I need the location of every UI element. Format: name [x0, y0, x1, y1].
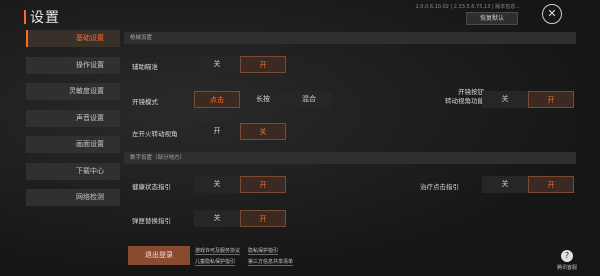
assist-aim-label: 辅助瞄准 — [132, 63, 158, 71]
version-info: 1.0.0.6.10.02 | 2.33.5.6.75.13 | 版本信息... — [415, 4, 520, 10]
left-fire-view-label: 左开火转动视角 — [132, 130, 178, 138]
ammo-guide-on[interactable]: 开 — [240, 210, 286, 227]
scope-turn-on[interactable]: 开 — [528, 91, 574, 108]
left-fire-view-toggle: 开 关 — [194, 123, 286, 140]
ammo-guide-off[interactable]: 关 — [194, 210, 240, 227]
link-third-party[interactable]: 第三方信息共享清单 — [248, 258, 294, 266]
section-header-fire: 枪械设置 — [124, 32, 576, 44]
link-license[interactable]: 游戏许可及服务协议 — [195, 247, 241, 255]
section-header-guides: 数字设置（部分地方） — [124, 152, 576, 164]
scope-turn-toggle: 关 开 — [482, 91, 574, 108]
close-icon[interactable]: ✕ — [542, 4, 562, 24]
title-accent — [24, 10, 26, 24]
heal-guide-on[interactable]: 开 — [528, 176, 574, 193]
ammo-guide-toggle: 关 开 — [194, 210, 286, 227]
heal-guide-off[interactable]: 关 — [482, 176, 528, 193]
sidebar-item-network[interactable]: 网络检测 — [26, 189, 120, 206]
sidebar-item-graphics[interactable]: 画面设置 — [26, 136, 120, 153]
fire-mode-mixed[interactable]: 混合 — [286, 91, 332, 108]
health-guide-label: 健康状态指引 — [132, 183, 171, 191]
sidebar-item-basic[interactable]: 基础设置 — [26, 30, 120, 47]
logout-button[interactable]: 退出登录 — [128, 246, 190, 265]
scope-turn-off[interactable]: 关 — [482, 91, 528, 108]
fire-mode-tap[interactable]: 点击 — [194, 91, 240, 108]
page-title: 设置 — [30, 10, 60, 26]
link-privacy[interactable]: 隐私保护指引 — [248, 247, 279, 255]
heal-guide-label: 治疗点击指引 — [420, 183, 459, 191]
sidebar-item-sound[interactable]: 声音设置 — [26, 109, 120, 127]
fire-mode-hold[interactable]: 长按 — [240, 91, 286, 108]
heal-guide-toggle: 关 开 — [482, 176, 574, 193]
left-fire-view-off[interactable]: 关 — [240, 123, 286, 140]
health-guide-off[interactable]: 关 — [194, 176, 240, 193]
help-label: 腾讯客服 — [556, 265, 577, 271]
fire-mode-label: 开镜模式 — [132, 98, 158, 106]
health-guide-toggle: 关 开 — [194, 176, 286, 193]
help-icon[interactable]: ? — [561, 250, 573, 262]
scope-turn-label-line2: 转动视角功能 — [445, 97, 484, 105]
fire-mode-selector: 点击 长按 混合 — [194, 91, 332, 108]
sidebar-item-download[interactable]: 下载中心 — [26, 162, 120, 180]
left-fire-view-on[interactable]: 开 — [194, 123, 240, 140]
sidebar-item-controls[interactable]: 操作设置 — [26, 56, 120, 74]
scope-turn-label: 开镜按钮 转动视角功能 — [412, 88, 484, 106]
sidebar: 基础设置 操作设置 灵敏度设置 声音设置 画面设置 下载中心 网络检测 — [26, 30, 120, 216]
health-guide-on[interactable]: 开 — [240, 176, 286, 193]
link-child-privacy[interactable]: 儿童隐私保护指引 — [195, 258, 236, 266]
assist-aim-on[interactable]: 开 — [240, 56, 286, 73]
assist-aim-off[interactable]: 关 — [194, 56, 240, 73]
customer-service[interactable]: ? 腾讯客服 — [552, 250, 582, 271]
restore-default-button[interactable]: 恢复默认 — [466, 12, 518, 25]
scope-turn-label-line1: 开镜按钮 — [458, 88, 484, 96]
assist-aim-toggle: 关 开 — [194, 56, 286, 73]
sidebar-item-sensitivity[interactable]: 灵敏度设置 — [26, 83, 120, 100]
settings-panel: 枪械设置 辅助瞄准 关 开 开镜模式 点击 长按 混合 开镜按钮 转动视角功能 … — [124, 30, 576, 270]
ammo-guide-label: 弹匣替换指引 — [132, 217, 171, 225]
